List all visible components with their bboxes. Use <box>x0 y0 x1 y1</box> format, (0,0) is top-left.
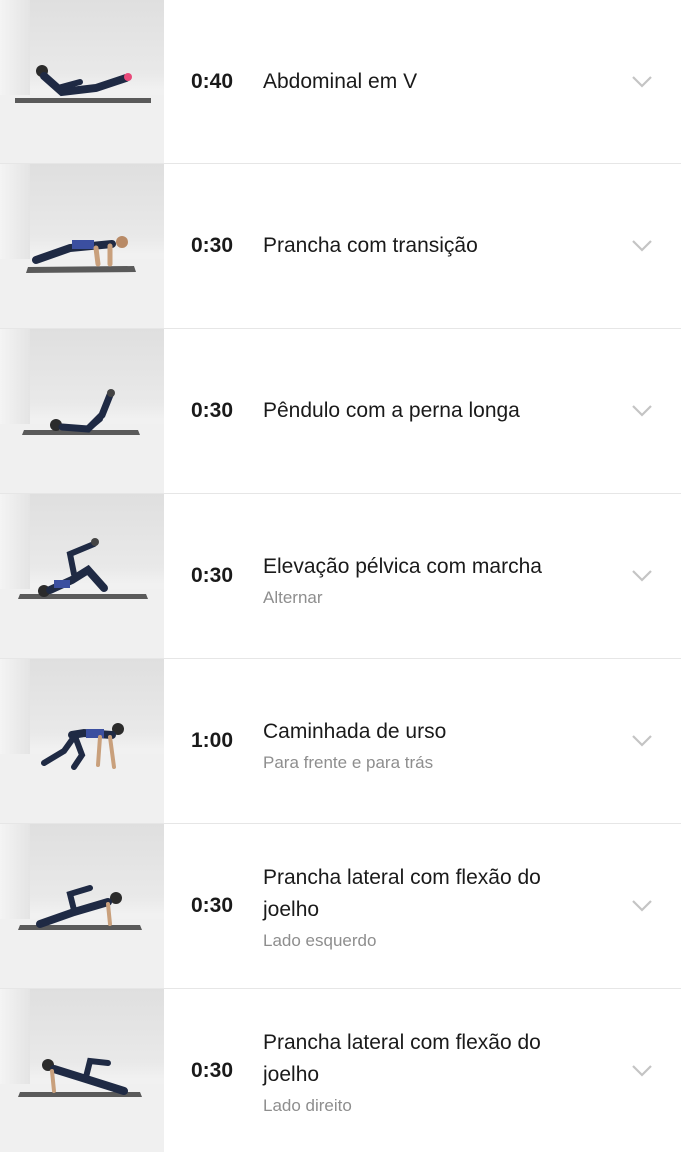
exercise-thumbnail <box>0 659 164 823</box>
exercise-title: Abdominal em V <box>263 69 418 93</box>
exercise-duration: 0:30 <box>191 1058 234 1082</box>
chevron-down-icon[interactable] <box>631 75 653 89</box>
exercise-title: Caminhada de urso <box>263 720 447 743</box>
exercise-thumbnail <box>0 824 164 988</box>
chevron-down-icon[interactable] <box>631 1064 653 1078</box>
chevron-down-icon[interactable] <box>631 404 653 418</box>
exercise-title: Elevação pélvica com marcha <box>263 555 542 578</box>
exercise-row[interactable]: 0:30 Pêndulo com a perna longa <box>0 329 681 494</box>
exercise-duration: 1:00 <box>191 729 234 752</box>
exercise-row[interactable]: 0:30 Prancha com transição <box>0 164 681 329</box>
exercise-subtitle: Para frente e para trás <box>263 753 434 772</box>
chevron-down-icon[interactable] <box>631 734 653 748</box>
chevron-down-icon[interactable] <box>631 239 653 253</box>
exercise-row[interactable]: 0:30 Elevação pélvica com marcha Alterna… <box>0 494 681 659</box>
exercise-duration: 0:30 <box>191 399 234 422</box>
exercise-title: Prancha com transição <box>263 234 478 257</box>
exercise-duration: 0:40 <box>191 69 234 93</box>
exercise-subtitle: Lado direito <box>263 1096 352 1115</box>
exercise-duration: 0:30 <box>191 894 234 917</box>
exercise-row[interactable]: 0:30 Prancha lateral com flexão do joelh… <box>0 989 681 1152</box>
exercise-thumbnail <box>0 164 164 328</box>
exercise-title: Prancha lateral com flexão do joelho <box>263 1031 541 1086</box>
chevron-down-icon[interactable] <box>631 899 653 913</box>
exercise-list: 0:40 Abdominal em V 0:30 Prancha com tra… <box>0 0 681 1152</box>
exercise-duration: 0:30 <box>191 234 234 257</box>
exercise-row[interactable]: 1:00 Caminhada de urso Para frente e par… <box>0 659 681 824</box>
exercise-subtitle: Lado esquerdo <box>263 931 377 950</box>
chevron-down-icon[interactable] <box>631 569 653 583</box>
exercise-thumbnail <box>0 989 164 1152</box>
exercise-thumbnail <box>0 494 164 658</box>
exercise-subtitle: Alternar <box>263 588 323 607</box>
exercise-thumbnail <box>0 0 164 163</box>
exercise-title: Pêndulo com a perna longa <box>263 399 520 422</box>
exercise-duration: 0:30 <box>191 564 234 587</box>
exercise-row[interactable]: 0:40 Abdominal em V <box>0 0 681 164</box>
exercise-row[interactable]: 0:30 Prancha lateral com flexão do joelh… <box>0 824 681 989</box>
exercise-thumbnail <box>0 329 164 493</box>
exercise-title: Prancha lateral com flexão do joelho <box>263 866 541 921</box>
